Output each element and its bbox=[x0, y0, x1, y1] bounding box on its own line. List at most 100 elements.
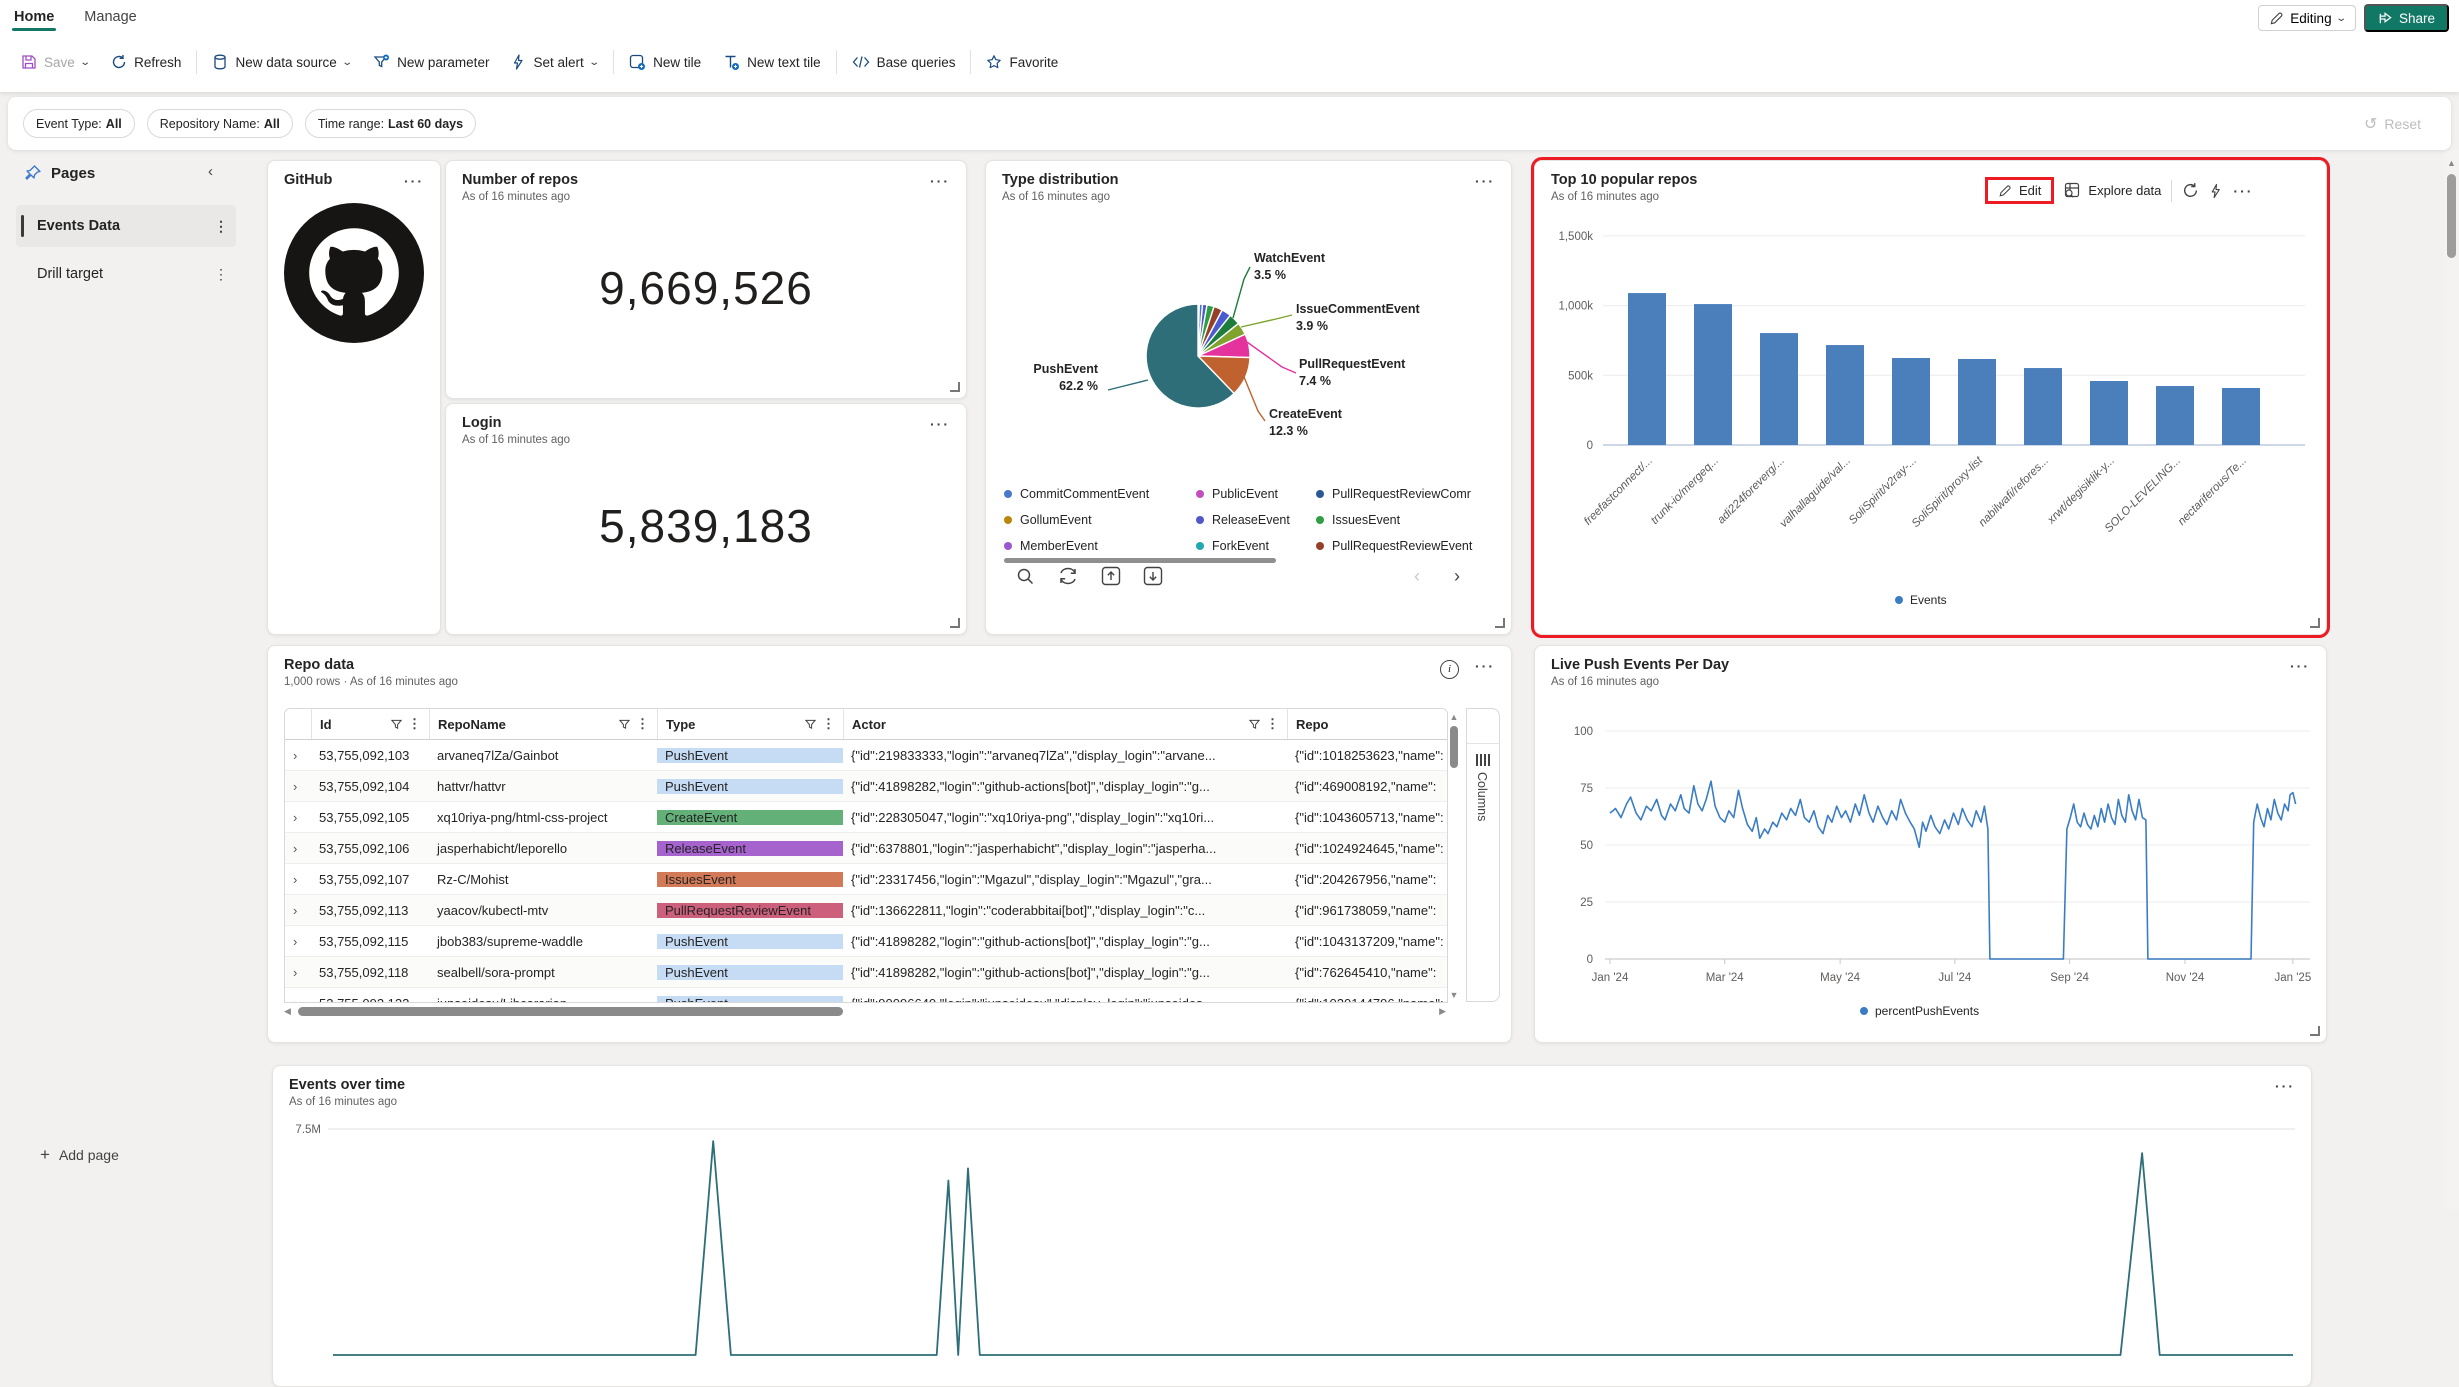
table-row[interactable]: ›53,755,092,122junseidesu/LibcararianPus… bbox=[285, 988, 1447, 1002]
legend-page-prev-icon[interactable]: ‹ bbox=[1414, 566, 1420, 587]
expand-row-icon[interactable]: › bbox=[293, 996, 297, 1003]
expand-row-icon[interactable]: › bbox=[293, 810, 297, 825]
add-page-button[interactable]: + Add page bbox=[40, 1145, 119, 1165]
base-queries-button[interactable]: Base queries bbox=[841, 45, 967, 79]
page-scrollbar[interactable]: ▲ bbox=[2444, 150, 2459, 1209]
legend-item[interactable]: MemberEvent bbox=[1004, 533, 1196, 559]
tile-live-push-events[interactable]: Live Push Events Per Day As of 16 minute… bbox=[1534, 645, 2327, 1043]
new-tile-button[interactable]: New tile bbox=[618, 45, 712, 79]
save-button[interactable]: Save ⌄ bbox=[10, 45, 100, 79]
move-up-icon[interactable] bbox=[1101, 566, 1121, 586]
collapse-sidebar-icon[interactable]: ‹ bbox=[208, 163, 213, 180]
refresh-button[interactable]: Refresh bbox=[100, 45, 192, 79]
more-options-icon[interactable]: ⋮ bbox=[408, 716, 421, 732]
new-data-source-button[interactable]: New data source ⌄ bbox=[201, 45, 362, 79]
more-options-icon[interactable]: ⋮ bbox=[822, 716, 835, 732]
resize-handle[interactable] bbox=[950, 382, 960, 392]
legend-item[interactable]: IssuesEvent bbox=[1316, 507, 1494, 533]
tile-type-distribution[interactable]: Type distribution As of 16 minutes ago ·… bbox=[985, 160, 1512, 635]
swap-axes-icon[interactable] bbox=[1057, 567, 1079, 585]
scrollbar-thumb[interactable] bbox=[2447, 174, 2456, 258]
tile-menu-icon[interactable]: ··· bbox=[404, 173, 424, 189]
favorite-button[interactable]: Favorite bbox=[975, 45, 1069, 79]
refresh-tile-icon[interactable] bbox=[2182, 182, 2199, 199]
reset-button[interactable]: ↺ Reset bbox=[2364, 114, 2421, 134]
expand-row-icon[interactable]: › bbox=[293, 872, 297, 887]
legend-scrollbar[interactable] bbox=[1004, 558, 1276, 563]
expand-row-icon[interactable]: › bbox=[293, 934, 297, 949]
legend-item[interactable]: ForkEvent bbox=[1196, 533, 1316, 559]
scroll-left-icon[interactable]: ◀ bbox=[284, 1006, 298, 1017]
tile-menu-icon[interactable]: ··· bbox=[1475, 173, 1495, 189]
tile-github[interactable]: GitHub ··· bbox=[267, 160, 441, 635]
explore-data-button[interactable]: Explore data bbox=[2064, 182, 2161, 199]
filter-repository-name[interactable]: Repository Name: All bbox=[147, 109, 293, 138]
scrollbar-thumb[interactable] bbox=[298, 1007, 843, 1016]
horizontal-scrollbar[interactable]: ◀ ▶ bbox=[284, 1004, 1446, 1018]
table-row[interactable]: ›53,755,092,113yaacov/kubectl-mtvPullReq… bbox=[285, 895, 1447, 926]
resize-handle[interactable] bbox=[1495, 618, 1505, 628]
tile-events-over-time[interactable]: Events over time As of 16 minutes ago ··… bbox=[272, 1065, 2312, 1387]
editing-button[interactable]: Editing ⌄ bbox=[2258, 5, 2356, 31]
tile-menu-icon[interactable]: ··· bbox=[930, 416, 950, 432]
scroll-down-icon[interactable]: ▼ bbox=[1448, 990, 1460, 1000]
expand-row-icon[interactable]: › bbox=[293, 748, 297, 763]
legend-item[interactable]: GollumEvent bbox=[1004, 507, 1196, 533]
tile-menu-icon[interactable]: ··· bbox=[2233, 183, 2253, 199]
column-header-actor[interactable]: Actor⋮ bbox=[843, 709, 1287, 739]
more-options-icon[interactable]: ⋮ bbox=[636, 716, 649, 732]
more-options-icon[interactable]: ⋮ bbox=[214, 266, 228, 283]
tab-manage[interactable]: Manage bbox=[84, 9, 136, 25]
tile-repo-data[interactable]: Repo data 1,000 rows · As of 16 minutes … bbox=[267, 645, 1512, 1043]
table-row[interactable]: ›53,755,092,104hattvr/hattvrPushEvent{"i… bbox=[285, 771, 1447, 802]
tile-menu-icon[interactable]: ··· bbox=[930, 173, 950, 189]
scroll-up-icon[interactable]: ▲ bbox=[1448, 712, 1460, 722]
resize-handle[interactable] bbox=[950, 618, 960, 628]
lightning-icon[interactable] bbox=[2209, 183, 2223, 199]
table-row[interactable]: ›53,755,092,105xq10riya-png/html-css-pro… bbox=[285, 802, 1447, 833]
expand-row-icon[interactable]: › bbox=[293, 965, 297, 980]
table-row[interactable]: ›53,755,092,103arvaneq7lZa/GainbotPushEv… bbox=[285, 740, 1447, 771]
tile-number-of-repos[interactable]: Number of repos As of 16 minutes ago ···… bbox=[445, 160, 967, 399]
expand-row-icon[interactable]: › bbox=[293, 779, 297, 794]
move-down-icon[interactable] bbox=[1143, 566, 1163, 586]
filter-event-type[interactable]: Event Type: All bbox=[23, 109, 135, 138]
table-row[interactable]: ›53,755,092,107Rz-C/MohistIssuesEvent{"i… bbox=[285, 864, 1447, 895]
legend-item[interactable]: ReleaseEvent bbox=[1196, 507, 1316, 533]
table-row[interactable]: ›53,755,092,118sealbell/sora-promptPushE… bbox=[285, 957, 1447, 988]
tile-top10-popular-repos[interactable]: Top 10 popular repos As of 16 minutes ag… bbox=[1534, 160, 2327, 635]
tile-login[interactable]: Login As of 16 minutes ago ··· 5,839,183 bbox=[445, 403, 967, 635]
info-icon[interactable]: i bbox=[1440, 660, 1459, 679]
columns-panel[interactable]: Columns bbox=[1466, 708, 1500, 1002]
legend-item[interactable]: PullRequestReviewComr bbox=[1316, 481, 1494, 507]
legend-item[interactable]: CommitCommentEvent bbox=[1004, 481, 1196, 507]
table-row[interactable]: ›53,755,092,115jbob383/supreme-waddlePus… bbox=[285, 926, 1447, 957]
tile-menu-icon[interactable]: ··· bbox=[2275, 1078, 2295, 1094]
share-button[interactable]: Share bbox=[2364, 4, 2449, 32]
vertical-scrollbar[interactable]: ▲ ▼ bbox=[1448, 712, 1460, 1000]
set-alert-button[interactable]: Set alert ⌄ bbox=[500, 45, 609, 79]
new-parameter-button[interactable]: New parameter bbox=[362, 45, 500, 79]
resize-handle[interactable] bbox=[2310, 1026, 2320, 1036]
sidebar-item-drill-target[interactable]: Drill target ⋮ bbox=[16, 253, 236, 295]
legend-page-next-icon[interactable]: › bbox=[1454, 566, 1460, 587]
column-header-repo[interactable]: Repo bbox=[1287, 709, 1445, 739]
legend-item[interactable]: PullRequestReviewEvent bbox=[1316, 533, 1494, 559]
sidebar-item-events-data[interactable]: Events Data ⋮ bbox=[16, 205, 236, 247]
table-row[interactable]: ›53,755,092,106jasperhabicht/leporelloRe… bbox=[285, 833, 1447, 864]
scroll-up-icon[interactable]: ▲ bbox=[2444, 158, 2459, 168]
column-header-reponame[interactable]: RepoName⋮ bbox=[429, 709, 657, 739]
legend-item[interactable]: PublicEvent bbox=[1196, 481, 1316, 507]
tab-home[interactable]: Home bbox=[14, 9, 54, 25]
tile-menu-icon[interactable]: ··· bbox=[2290, 658, 2310, 674]
scrollbar-thumb[interactable] bbox=[1450, 726, 1458, 768]
filter-time-range[interactable]: Time range: Last 60 days bbox=[305, 109, 476, 138]
expand-row-icon[interactable]: › bbox=[293, 903, 297, 918]
new-text-tile-button[interactable]: New text tile bbox=[712, 45, 832, 79]
more-options-icon[interactable]: ⋮ bbox=[214, 218, 228, 235]
column-header-id[interactable]: Id⋮ bbox=[311, 709, 429, 739]
expand-row-icon[interactable]: › bbox=[293, 841, 297, 856]
search-icon[interactable] bbox=[1016, 567, 1035, 586]
scroll-right-icon[interactable]: ▶ bbox=[1432, 1006, 1446, 1017]
column-header-type[interactable]: Type⋮ bbox=[657, 709, 843, 739]
